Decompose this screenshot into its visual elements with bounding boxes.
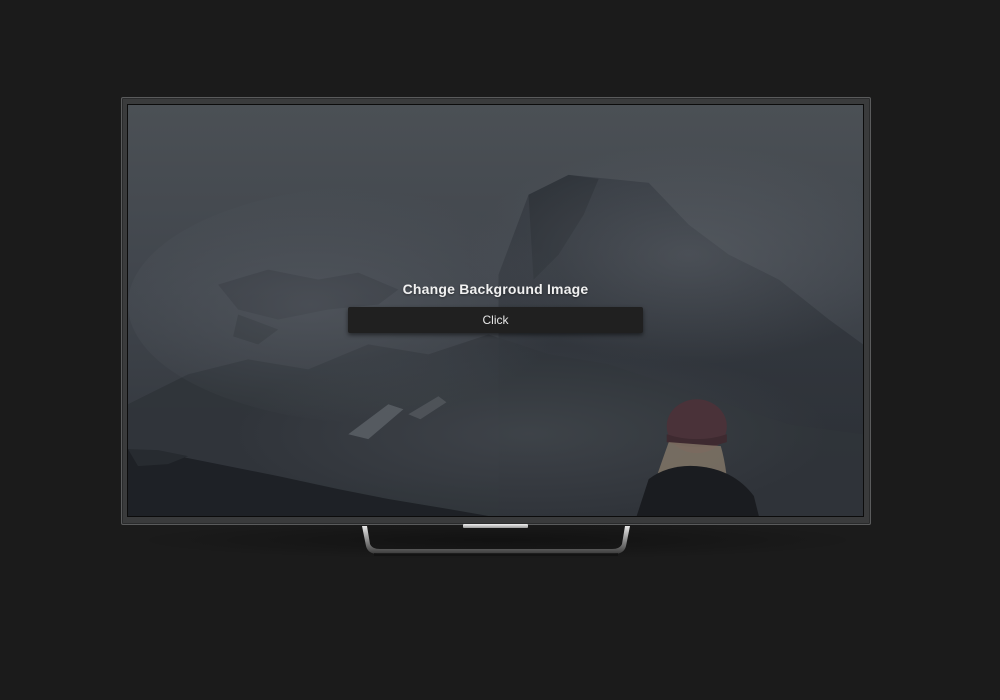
tv-screen: Change Background Image Click [128,105,863,516]
tv-stand [362,526,630,556]
tv-frame: Change Background Image Click [121,97,871,525]
tv-bezel: Change Background Image Click [127,104,864,517]
change-background-button[interactable]: Click [348,307,643,333]
overlay-panel: Change Background Image Click [348,281,643,333]
page: Change Background Image Click [0,0,1000,700]
page-title: Change Background Image [402,281,589,297]
